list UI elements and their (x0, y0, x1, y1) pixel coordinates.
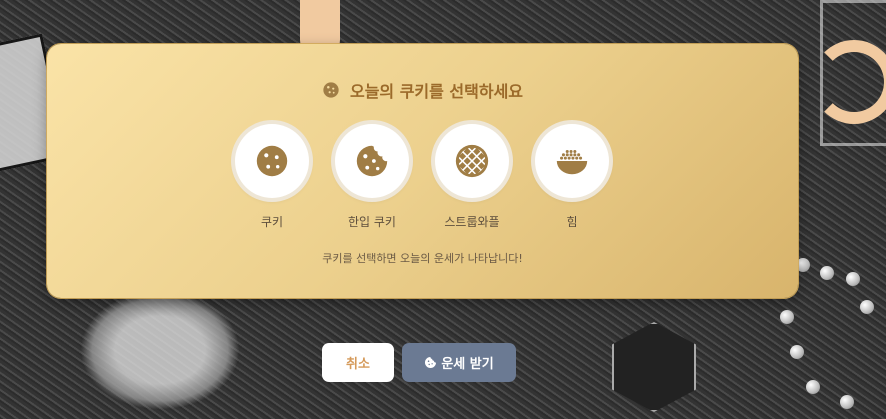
background-pearl (846, 272, 860, 286)
option-label: 쿠키 (260, 215, 284, 229)
cookie-icon (323, 82, 339, 98)
background-flower (80, 290, 240, 410)
option-label: 스트룹와플 (444, 215, 500, 229)
background-pearl (790, 345, 804, 359)
background-pearl (796, 258, 810, 272)
cookie-select-dialog: 오늘의 쿠키를 선택하세요 쿠키 한입 쿠키 스트룹와플 힘 쿠키를 선택하면 … (47, 44, 798, 298)
dialog-title: 오늘의 쿠키를 선택하세요 (47, 78, 798, 102)
stroopwafel-icon (455, 144, 489, 178)
option-label: 힘 (566, 215, 578, 229)
option-circle[interactable] (535, 124, 609, 198)
get-fortune-button[interactable]: 운세 받기 (402, 343, 516, 382)
background-pearl (806, 380, 820, 394)
cookie-options: 쿠키 한입 쿠키 스트룹와플 힘 (233, 124, 611, 230)
option-circle[interactable] (435, 124, 509, 198)
cancel-button[interactable]: 취소 (322, 343, 394, 382)
background-amulet (612, 322, 696, 412)
background-pearl (820, 266, 834, 280)
option-bitten-cookie[interactable]: 한입 쿠키 (333, 124, 411, 230)
option-label: 한입 쿠키 (348, 215, 396, 229)
background-pearl (860, 300, 874, 314)
rice-bowl-icon (556, 149, 588, 175)
option-circle[interactable] (235, 124, 309, 198)
option-circle[interactable] (335, 124, 409, 198)
option-stroopwafel[interactable]: 스트룹와플 (433, 124, 511, 230)
background-pearl (840, 395, 854, 409)
get-fortune-label: 운세 받기 (441, 357, 494, 372)
dialog-hint: 쿠키를 선택하면 오늘의 운세가 나타납니다! (322, 252, 523, 265)
dialog-title-text: 오늘의 쿠키를 선택하세요 (349, 82, 524, 101)
cookie-icon (256, 145, 288, 177)
option-rice-bowl[interactable]: 힘 (533, 124, 611, 230)
bitten-cookie-icon (356, 145, 388, 177)
option-cookie[interactable]: 쿠키 (233, 124, 311, 230)
background-pearl (780, 310, 794, 324)
cookie-icon (425, 356, 437, 369)
background-letter-shape (812, 40, 886, 124)
